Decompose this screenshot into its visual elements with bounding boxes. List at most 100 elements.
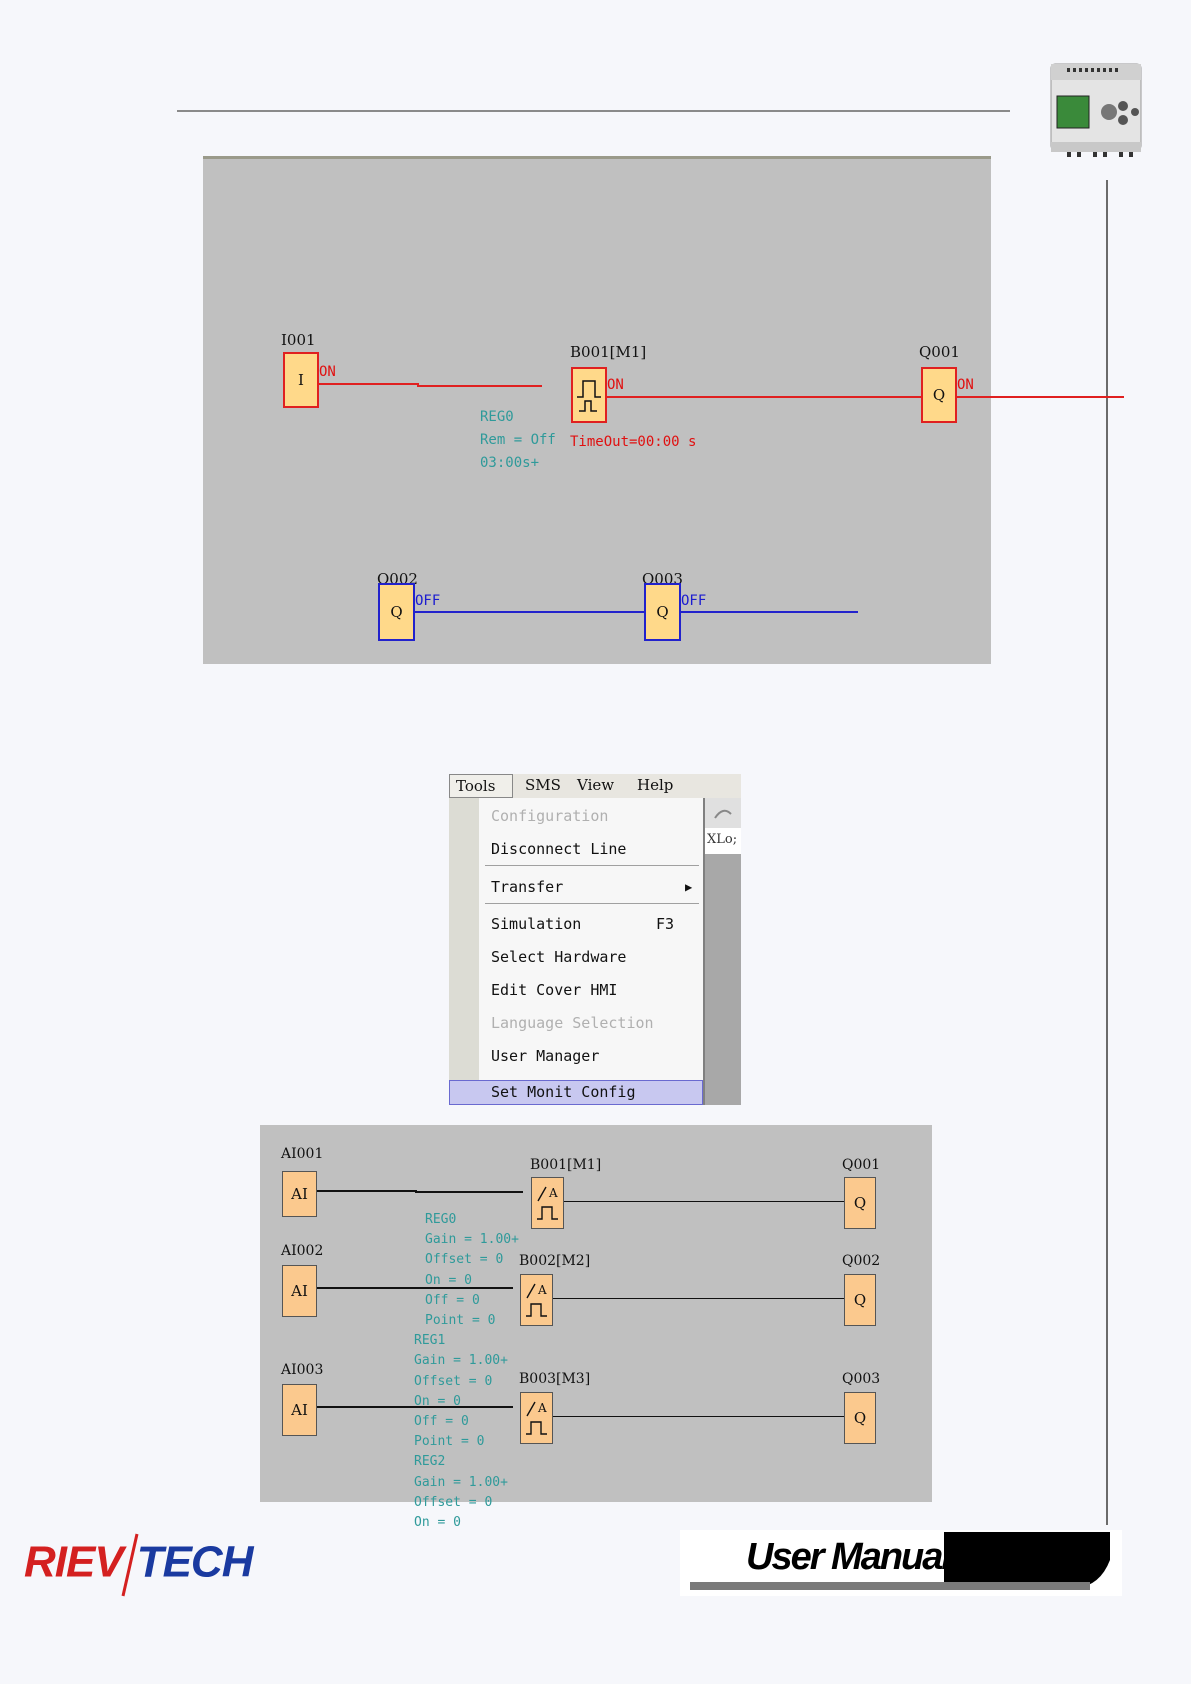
ai002-symbol: AI: [291, 1282, 308, 1300]
param-line: REG1: [414, 1333, 446, 1349]
b003-label: B003[M3]: [519, 1371, 591, 1387]
b001-param: Rem = Off: [480, 432, 556, 448]
wire-i001-b001: [319, 383, 419, 385]
param-line: Gain = 1.00+: [414, 1353, 508, 1369]
param-line: Off = 0: [425, 1292, 480, 1308]
analog-input-ai003[interactable]: AI: [282, 1384, 317, 1436]
i001-label: I001: [281, 331, 316, 349]
wire-b003-q003: [553, 1416, 848, 1417]
svg-text:A: A: [537, 1283, 547, 1297]
output-block-q001[interactable]: Q: [921, 367, 957, 423]
tools-menu-screenshot: Tools SMS View Help XLo; Configuration D…: [449, 774, 741, 1105]
logo-riev: RIEV: [24, 1537, 124, 1587]
header-rule: [177, 110, 1010, 112]
q002-label: Q002: [842, 1253, 881, 1269]
q002-symbol: Q: [853, 1291, 867, 1309]
analog-input-ai001[interactable]: AI: [282, 1171, 317, 1217]
param-line: REG2: [414, 1454, 446, 1470]
q001-label: Q001: [919, 343, 960, 361]
input-block-i001[interactable]: I: [283, 352, 319, 408]
user-manual-banner: User Manual: [680, 1530, 1122, 1596]
redo-icon: [714, 809, 732, 819]
tab-strip: XLo;: [705, 828, 741, 854]
menu-item-transfer[interactable]: Transfer: [491, 878, 563, 896]
rievtech-logo: RIEV TECH: [24, 1530, 253, 1600]
menu-help[interactable]: Help: [637, 776, 673, 794]
simulation-shortcut: F3: [656, 915, 675, 933]
wire-ai001: [317, 1190, 417, 1192]
q001-symbol: Q: [853, 1194, 867, 1212]
wire-i001-b001-2: [417, 385, 542, 387]
menu-tools[interactable]: Tools: [449, 774, 513, 798]
i001-state: ON: [319, 364, 336, 380]
svg-text:A: A: [537, 1401, 547, 1415]
tab-label: XLo;: [707, 832, 738, 847]
menu-item-configuration[interactable]: Configuration: [491, 807, 608, 825]
param-line: Gain = 1.00+: [425, 1232, 519, 1248]
param-line: REG0: [425, 1212, 457, 1227]
output-block-q003[interactable]: Q: [644, 583, 681, 641]
ai003-label: AI003: [281, 1362, 324, 1378]
menu-item-user-manager[interactable]: User Manager: [491, 1047, 599, 1065]
menu-item-edit-cover-hmi[interactable]: Edit Cover HMI: [491, 981, 617, 999]
param-line: Offset = 0: [414, 1494, 493, 1510]
analog-trigger-b001[interactable]: A: [531, 1177, 564, 1229]
menu-sms[interactable]: SMS: [525, 776, 561, 794]
param-line: On = 0: [414, 1393, 461, 1409]
simulation-diagram: I001 I ON B001[M1] ON TimeOut=00:00 s RE…: [203, 156, 1124, 664]
param-line: Gain = 1.00+: [414, 1474, 508, 1490]
param-line: Offset = 0: [425, 1252, 504, 1268]
menu-view[interactable]: View: [577, 776, 614, 794]
wire-b001-q001: [607, 396, 1124, 398]
pulse-relay-icon: [577, 380, 601, 412]
analog-trigger-icon: A: [536, 1186, 558, 1220]
i001-symbol: I: [298, 371, 304, 389]
menu-separator: [485, 903, 699, 904]
menu-separator: [485, 865, 699, 866]
analog-input-ai002[interactable]: AI: [282, 1265, 317, 1317]
output-q001[interactable]: Q: [844, 1177, 876, 1229]
b001-timeout: TimeOut=00:00 s: [570, 434, 697, 450]
wire-b001-q001: [564, 1201, 848, 1202]
q003-label: Q003: [842, 1371, 881, 1387]
analog-trigger-b003[interactable]: A: [520, 1392, 553, 1444]
output-q003[interactable]: Q: [844, 1392, 876, 1444]
menu-item-simulation[interactable]: Simulation: [491, 915, 581, 933]
param-line: Point = 0: [425, 1313, 496, 1329]
right-margin-rule: [1106, 180, 1108, 1525]
output-q002[interactable]: Q: [844, 1274, 876, 1326]
param-line: Offset = 0: [414, 1373, 493, 1389]
plc-device-image: [1050, 63, 1142, 157]
b001-label: B001[M1]: [530, 1157, 602, 1173]
param-line: Point = 0: [414, 1434, 485, 1450]
b001-state: ON: [607, 377, 624, 393]
q001-symbol: Q: [932, 386, 946, 404]
banner-text: User Manual: [746, 1536, 952, 1578]
analog-trigger-icon: A: [525, 1283, 547, 1317]
menu-bar: Tools SMS View Help: [449, 774, 741, 798]
menu-gutter: [449, 798, 479, 1105]
b001-param: 03:00s+: [480, 455, 540, 471]
wire-b002-q002: [553, 1298, 848, 1299]
wire-q002-q003: [415, 611, 858, 613]
menu-item-disconnect-line[interactable]: Disconnect Line: [491, 840, 626, 858]
ai001-label: AI001: [281, 1146, 324, 1162]
analog-diagram: AI001 AI B001[M1] A Q001 Q AI002 AI B002…: [260, 1125, 932, 1502]
analog-parameters: REG0 Gain = 1.00+ Offset = 0 On = 0 Off …: [414, 1210, 519, 1533]
menu-item-language-selection[interactable]: Language Selection: [491, 1014, 654, 1032]
background-window: XLo;: [705, 798, 741, 1105]
q001-label: Q001: [842, 1157, 881, 1173]
menu-item-set-monit-config[interactable]: Set Monit Config: [491, 1083, 636, 1101]
ai001-symbol: AI: [291, 1185, 308, 1203]
toolbar-strip: [705, 798, 741, 829]
function-block-b001[interactable]: [571, 367, 607, 423]
submenu-arrow-icon: ▶: [685, 880, 693, 894]
param-line: On = 0: [414, 1515, 461, 1531]
analog-trigger-b002[interactable]: A: [520, 1274, 553, 1326]
output-block-q002[interactable]: Q: [378, 583, 415, 641]
svg-text:A: A: [548, 1186, 558, 1200]
menu-item-select-hardware[interactable]: Select Hardware: [491, 948, 626, 966]
q003-symbol: Q: [853, 1409, 867, 1427]
ai003-symbol: AI: [291, 1401, 308, 1419]
b002-label: B002[M2]: [519, 1253, 591, 1269]
